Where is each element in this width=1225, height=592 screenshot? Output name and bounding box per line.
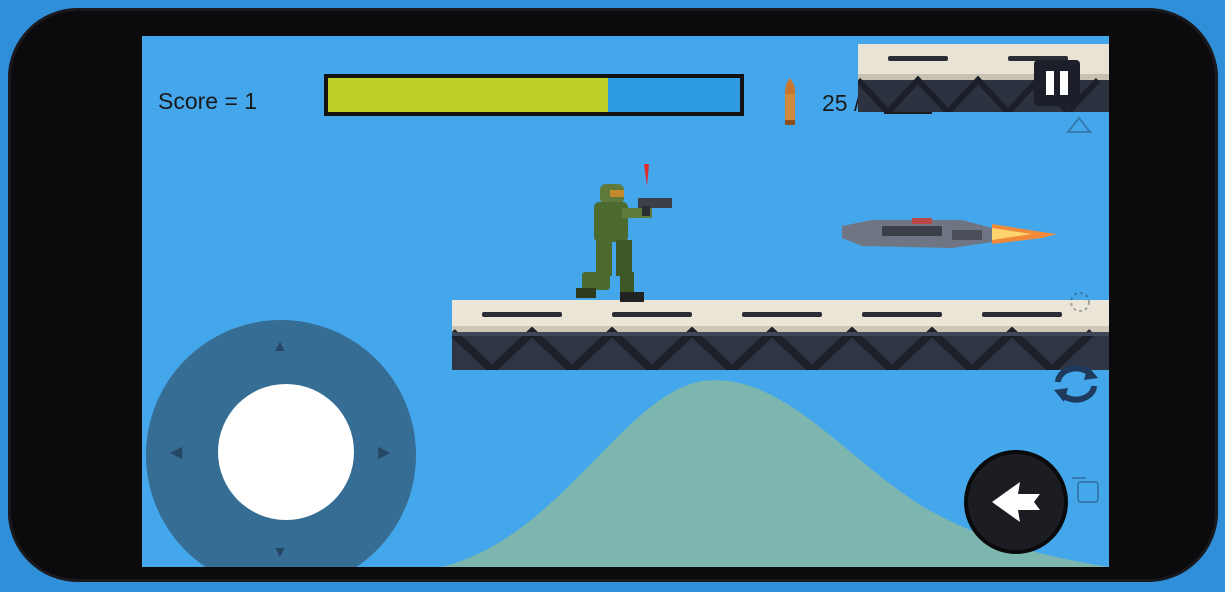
ammo-count: 25 /: [822, 90, 861, 116]
arrow-left-icon: [992, 482, 1040, 522]
player-soldier: [576, 164, 672, 302]
reload-icon[interactable]: [1048, 360, 1104, 406]
circle-icon: [1070, 292, 1090, 312]
square-icon: [1072, 477, 1099, 503]
health-bar-fill: [328, 78, 609, 112]
bullet-icon: [785, 78, 795, 125]
enemy-ship: [842, 218, 1057, 248]
triangle-icon: [1066, 116, 1092, 133]
joystick-up-arrow-icon: ▲: [272, 338, 288, 355]
pause-button[interactable]: [1034, 60, 1080, 106]
phone-frame: Score = 1 25 / ▲ ▼ ◀ ▶: [8, 8, 1218, 582]
joystick-knob[interactable]: [218, 384, 354, 520]
score-label: Score = 1: [158, 88, 258, 114]
health-bar: [324, 74, 744, 116]
main-platform: [452, 300, 1109, 370]
pause-icon: [1046, 71, 1054, 95]
game-screen[interactable]: Score = 1 25 / ▲ ▼ ◀ ▶: [142, 36, 1109, 567]
fire-button[interactable]: [964, 450, 1068, 554]
joystick-left-arrow-icon: ◀: [170, 444, 183, 461]
joystick-down-arrow-icon: ▼: [272, 544, 288, 561]
joystick-right-arrow-icon: ▶: [378, 444, 391, 461]
